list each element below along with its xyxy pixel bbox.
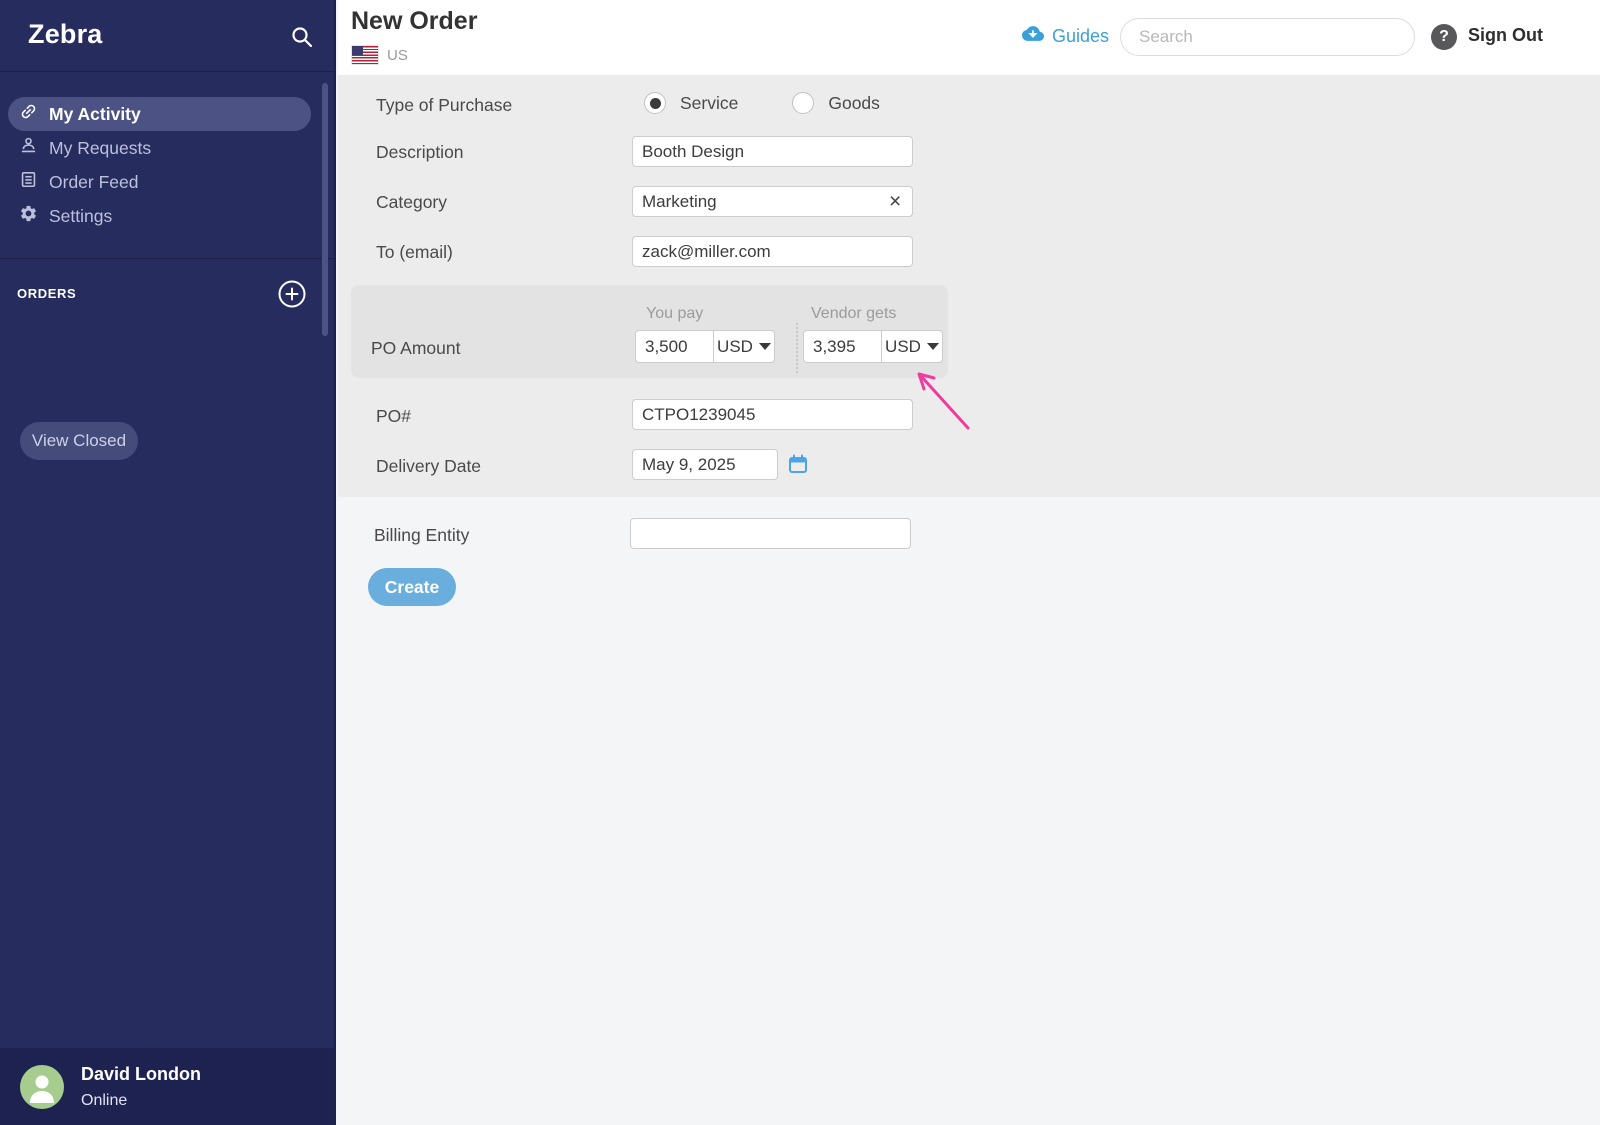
type-of-purchase-label: Type of Purchase — [376, 95, 512, 116]
sidebar-scrollbar[interactable] — [322, 83, 328, 336]
delivery-date-label: Delivery Date — [376, 456, 481, 477]
vendor-gets-amount-input[interactable] — [803, 330, 881, 363]
page-header: New Order US Guides ? Sign Out — [338, 0, 1600, 75]
category-label: Category — [376, 192, 447, 213]
brand-logo: Zebra — [28, 19, 103, 50]
sidebar-divider — [0, 71, 334, 72]
add-order-button[interactable] — [278, 280, 306, 308]
view-closed-button[interactable]: View Closed — [20, 422, 138, 460]
region-indicator: US — [352, 46, 408, 64]
search-icon[interactable] — [290, 25, 314, 49]
vendor-gets-group: USD — [803, 330, 943, 363]
vendor-gets-currency-value: USD — [885, 337, 921, 357]
chevron-down-icon — [759, 343, 771, 350]
to-email-input[interactable] — [632, 236, 913, 267]
sidebar-divider — [0, 258, 334, 259]
cloud-download-icon — [1022, 25, 1044, 47]
link-icon — [19, 102, 38, 126]
sidebar-item-label: My Requests — [49, 138, 151, 159]
user-status: Online — [81, 1092, 201, 1110]
app-window: Zebra My Activity My Requests Order Feed — [0, 0, 1600, 1125]
currency-divider — [796, 323, 798, 373]
person-stamp-icon — [19, 136, 38, 160]
vendor-gets-label: Vendor gets — [811, 305, 896, 323]
region-label: US — [387, 47, 408, 64]
type-of-purchase-radios: Service Goods — [644, 92, 880, 114]
category-input[interactable] — [632, 186, 913, 217]
guides-label: Guides — [1052, 26, 1109, 47]
user-bar[interactable]: David London Online — [0, 1048, 334, 1125]
us-flag-icon — [352, 46, 378, 64]
clear-category-icon[interactable]: × — [889, 191, 901, 212]
user-name: David London — [81, 1064, 201, 1085]
sidebar-item-label: Settings — [49, 206, 112, 227]
goods-radio[interactable] — [792, 92, 814, 114]
you-pay-amount-input[interactable] — [635, 330, 713, 363]
page-title: New Order — [351, 7, 477, 36]
chevron-down-icon — [927, 343, 939, 350]
you-pay-group: USD — [635, 330, 775, 363]
help-icon[interactable]: ? — [1431, 24, 1457, 50]
orders-section-label: ORDERS — [17, 286, 76, 301]
order-form: Type of Purchase Service Goods Descripti… — [338, 75, 1600, 497]
po-amount-box: PO Amount You pay USD Vendor gets USD — [351, 285, 948, 378]
delivery-date-input[interactable] — [632, 449, 778, 480]
description-label: Description — [376, 142, 464, 163]
po-number-input[interactable] — [632, 399, 913, 430]
avatar — [20, 1065, 64, 1109]
po-amount-label: PO Amount — [371, 338, 461, 359]
create-button[interactable]: Create — [368, 568, 456, 606]
calendar-icon[interactable] — [788, 454, 808, 479]
sidebar-item-settings[interactable]: Settings — [8, 199, 311, 233]
vendor-gets-currency-select[interactable]: USD — [881, 330, 943, 363]
user-info: David London Online — [81, 1064, 201, 1110]
sidebar-item-order-feed[interactable]: Order Feed — [8, 165, 311, 199]
gear-icon — [19, 204, 38, 228]
document-icon — [19, 170, 38, 194]
billing-entity-input[interactable] — [630, 518, 911, 549]
po-number-label: PO# — [376, 406, 411, 427]
you-pay-currency-select[interactable]: USD — [713, 330, 775, 363]
sign-out-button[interactable]: Sign Out — [1468, 25, 1543, 46]
guides-link[interactable]: Guides — [1022, 25, 1109, 47]
service-radio-label: Service — [680, 93, 738, 114]
to-email-label: To (email) — [376, 242, 453, 263]
description-input[interactable] — [632, 136, 913, 167]
sidebar-item-my-requests[interactable]: My Requests — [8, 131, 311, 165]
sidebar-item-label: My Activity — [49, 104, 141, 125]
service-radio[interactable] — [644, 92, 666, 114]
you-pay-label: You pay — [646, 305, 703, 323]
sidebar: Zebra My Activity My Requests Order Feed — [0, 0, 336, 1125]
goods-radio-label: Goods — [828, 93, 880, 114]
header-search-input[interactable] — [1120, 18, 1415, 56]
billing-entity-label: Billing Entity — [374, 525, 469, 546]
sidebar-item-label: Order Feed — [49, 172, 138, 193]
you-pay-currency-value: USD — [717, 337, 753, 357]
sidebar-item-my-activity[interactable]: My Activity — [8, 97, 311, 131]
